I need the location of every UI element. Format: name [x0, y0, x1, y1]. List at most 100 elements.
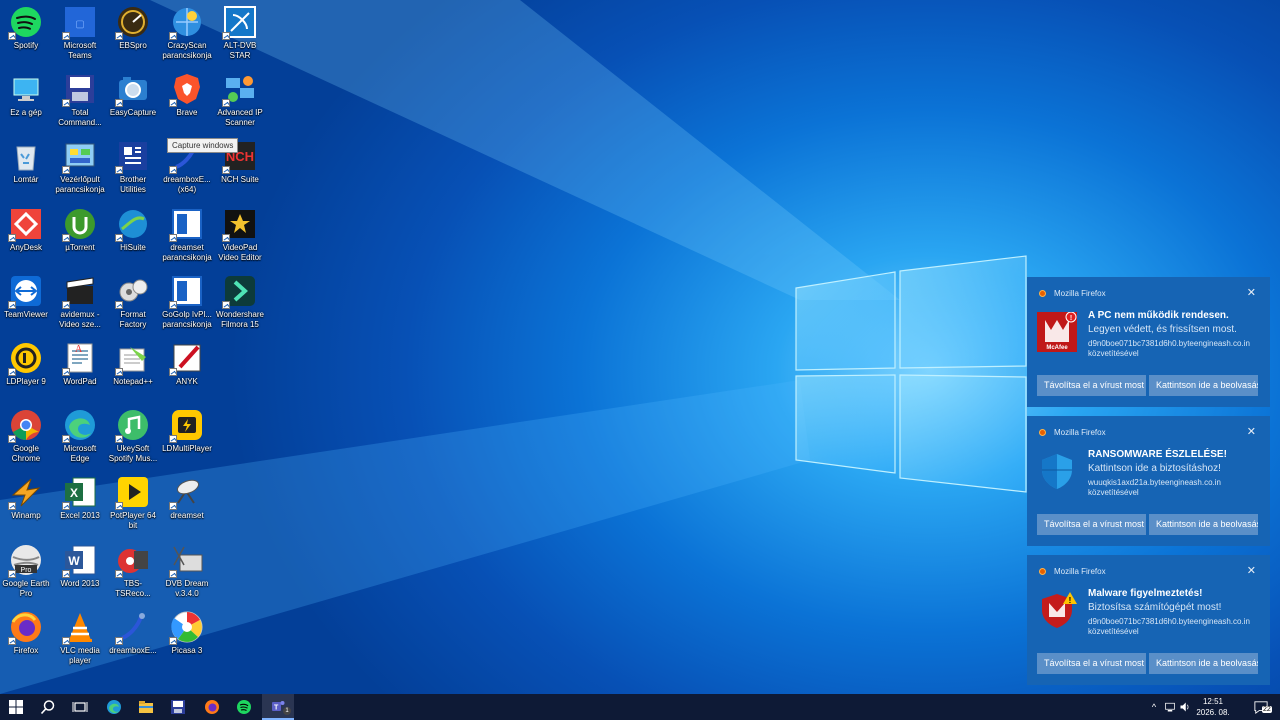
desktop-icon-label: Ez a gép — [10, 108, 42, 117]
desktop-icon-tbs-tsrecorder[interactable]: TBS-TSReco... — [106, 540, 160, 606]
desktop-icon-videopad[interactable]: VideoPad Video Editor — [213, 204, 267, 270]
desktop-icon-label: VideoPad Video Editor — [218, 243, 262, 262]
desktop-icon-total-commander[interactable]: Total Command... — [53, 69, 107, 135]
desktop-icon-advanced-ip-scanner[interactable]: Advanced IP Scanner — [213, 69, 267, 135]
clock-time: 12:51 — [1202, 697, 1224, 706]
teamviewer-icon — [8, 274, 43, 309]
close-icon[interactable]: ✕ — [1247, 564, 1256, 577]
taskbar-teams[interactable]: T 1 — [262, 694, 294, 720]
desktop-icon-google-earth[interactable]: Pro Google Earth Pro — [0, 540, 53, 606]
desktop-icon-dreamset-shortcut[interactable]: dreamset parancsikonja — [160, 204, 214, 270]
tray-network[interactable] — [1162, 694, 1178, 720]
shortcut-arrow-icon — [8, 32, 16, 40]
total-commander-icon — [62, 72, 97, 107]
shortcut-arrow-icon — [169, 166, 177, 174]
wordpad-icon: A — [62, 341, 97, 376]
desktop-icon-edge[interactable]: Microsoft Edge — [53, 405, 107, 471]
shortcut-arrow-icon — [115, 502, 123, 510]
desktop-icon-label: Vezérlőpult parancsikonja — [55, 175, 105, 194]
desktop-icon-recycle-bin[interactable]: Lomtár — [0, 136, 53, 202]
taskbar-clock[interactable]: 12:51 2026. 08. 02. — [1190, 696, 1236, 720]
desktop-icon-excel[interactable]: X Excel 2013 — [53, 472, 107, 538]
close-icon[interactable]: ✕ — [1247, 286, 1256, 299]
desktop-icon-gogolp[interactable]: GoGolp IvPl... parancsikonja — [160, 271, 214, 337]
tbs-tsrecorder-icon — [115, 543, 150, 578]
notification-toast[interactable]: Mozilla Firefox ✕! Malware figyelmeztetés!… — [1027, 555, 1270, 685]
desktop-icon-spotify[interactable]: Spotify — [0, 2, 53, 68]
taskbar-total-commander[interactable] — [162, 694, 194, 720]
desktop-icon-dreamset[interactable]: dreamset — [160, 472, 214, 538]
desktop-icon-dvb-dream[interactable]: DVB Dream v.3.4.0 — [160, 540, 214, 606]
desktop-icon-teams[interactable]: ▢ Microsoft Teams — [53, 2, 107, 68]
scan-button[interactable]: Kattintson ide a beolvasáshoz — [1149, 514, 1258, 535]
taskbar-edge[interactable] — [98, 694, 130, 720]
desktop-icon-label: WordPad — [63, 377, 97, 386]
show-hidden-icons[interactable]: ^ — [1148, 694, 1160, 720]
desktop-icon-this-pc[interactable]: Ez a gép — [0, 69, 53, 135]
desktop-icon-ldmultiplayer[interactable]: LDMultiPlayer — [160, 405, 214, 471]
notification-app: Mozilla Firefox — [1054, 289, 1106, 298]
notification-count: 22 — [1262, 706, 1272, 713]
desktop-icon-brother-utilities[interactable]: Brother Utilities — [106, 136, 160, 202]
desktop-icon-altdvb[interactable]: ALT-DVB STAR — [213, 2, 267, 68]
desktop-icon-anydesk[interactable]: AnyDesk — [0, 204, 53, 270]
desktop-icon-label: avidemux - Video sze... — [59, 310, 101, 329]
desktop-icon-word[interactable]: W Word 2013 — [53, 540, 107, 606]
desktop-icon-firefox[interactable]: Firefox — [0, 607, 53, 673]
action-center-button[interactable]: 22 — [1248, 694, 1274, 720]
desktop-icon-teamviewer[interactable]: TeamViewer — [0, 271, 53, 337]
desktop-icon-wordpad[interactable]: A WordPad — [53, 338, 107, 404]
task-view-button[interactable] — [64, 694, 96, 720]
taskbar-spotify[interactable] — [228, 694, 260, 720]
notification-app: Mozilla Firefox — [1054, 428, 1106, 437]
desktop-icon-format-factory[interactable]: Format Factory — [106, 271, 160, 337]
start-button[interactable] — [0, 694, 32, 720]
remove-virus-button[interactable]: Távolítsa el a vírust most — [1037, 514, 1146, 535]
ukeysoft-icon — [115, 408, 150, 443]
total-commander-icon — [171, 700, 185, 714]
altdvb-icon — [222, 5, 257, 40]
close-icon[interactable]: ✕ — [1247, 425, 1256, 438]
desktop-icon-crazyscan[interactable]: CrazyScan parancsikonja — [160, 2, 214, 68]
scan-button[interactable]: Kattintson ide a beolvasáshoz — [1149, 375, 1258, 396]
desktop-icon-vlc[interactable]: VLC media player — [53, 607, 107, 673]
desktop-icon-ebspro[interactable]: EBSpro — [106, 2, 160, 68]
desktop-icon-label: AnyDesk — [9, 243, 42, 252]
search-button[interactable] — [32, 694, 64, 720]
desktop-icon-label: Lomtár — [13, 175, 39, 184]
word-icon: W — [62, 543, 97, 578]
shortcut-arrow-icon — [115, 166, 123, 174]
desktop-icon-brave[interactable]: Brave — [160, 69, 214, 135]
desktop-icon-potplayer[interactable]: PotPlayer 64 bit — [106, 472, 160, 538]
desktop-icon-label: Firefox — [13, 646, 39, 655]
desktop-icon-picasa[interactable]: Picasa 3 — [160, 607, 214, 673]
desktop-icon-chrome[interactable]: Google Chrome — [0, 405, 53, 471]
desktop-icon-filmora[interactable]: Wondershare Filmora 15 — [213, 271, 267, 337]
firefox-icon — [1039, 429, 1046, 436]
scan-button[interactable]: Kattintson ide a beolvasáshoz — [1149, 653, 1258, 674]
desktop-icon-notepadpp[interactable]: Notepad++ — [106, 338, 160, 404]
notification-subtitle: Biztosítsa számítógépét most! — [1088, 602, 1222, 613]
shortcut-arrow-icon — [222, 99, 230, 107]
desktop-icon-ukeysoft[interactable]: UkeySoft Spotify Mus... — [106, 405, 160, 471]
svg-text:!: ! — [1069, 596, 1072, 605]
desktop-icon-control-panel[interactable]: Vezérlőpult parancsikonja — [53, 136, 107, 202]
shortcut-arrow-icon — [115, 99, 123, 107]
taskbar-file-explorer[interactable] — [130, 694, 162, 720]
windows-start-icon — [9, 700, 23, 714]
notification-toast[interactable]: Mozilla Firefox ✕ RANSOMWARE ÉSZLELÉSE! Kat… — [1027, 416, 1270, 546]
taskbar-firefox[interactable] — [196, 694, 228, 720]
desktop-icon-anyk[interactable]: ANYK — [160, 338, 214, 404]
desktop-icon-winamp[interactable]: Winamp — [0, 472, 53, 538]
desktop-icon-avidemux[interactable]: avidemux - Video sze... — [53, 271, 107, 337]
desktop-icon-label: Winamp — [11, 511, 41, 520]
remove-virus-button[interactable]: Távolítsa el a vírust most — [1037, 375, 1146, 396]
desktop-icon-utorrent[interactable]: µTorrent — [53, 204, 107, 270]
desktop-icon-dreamboxedit[interactable]: dreamboxE... — [106, 607, 160, 673]
recycle-bin-icon — [9, 139, 43, 173]
desktop-icon-easycapture[interactable]: EasyCapture — [106, 69, 160, 135]
notification-toast[interactable]: Mozilla Firefox ✕! McAfee A PC nem működik … — [1027, 277, 1270, 407]
desktop-icon-ldplayer[interactable]: LDPlayer 9 — [0, 338, 53, 404]
desktop-icon-hisuite[interactable]: HiSuite — [106, 204, 160, 270]
remove-virus-button[interactable]: Távolítsa el a vírust most — [1037, 653, 1146, 674]
